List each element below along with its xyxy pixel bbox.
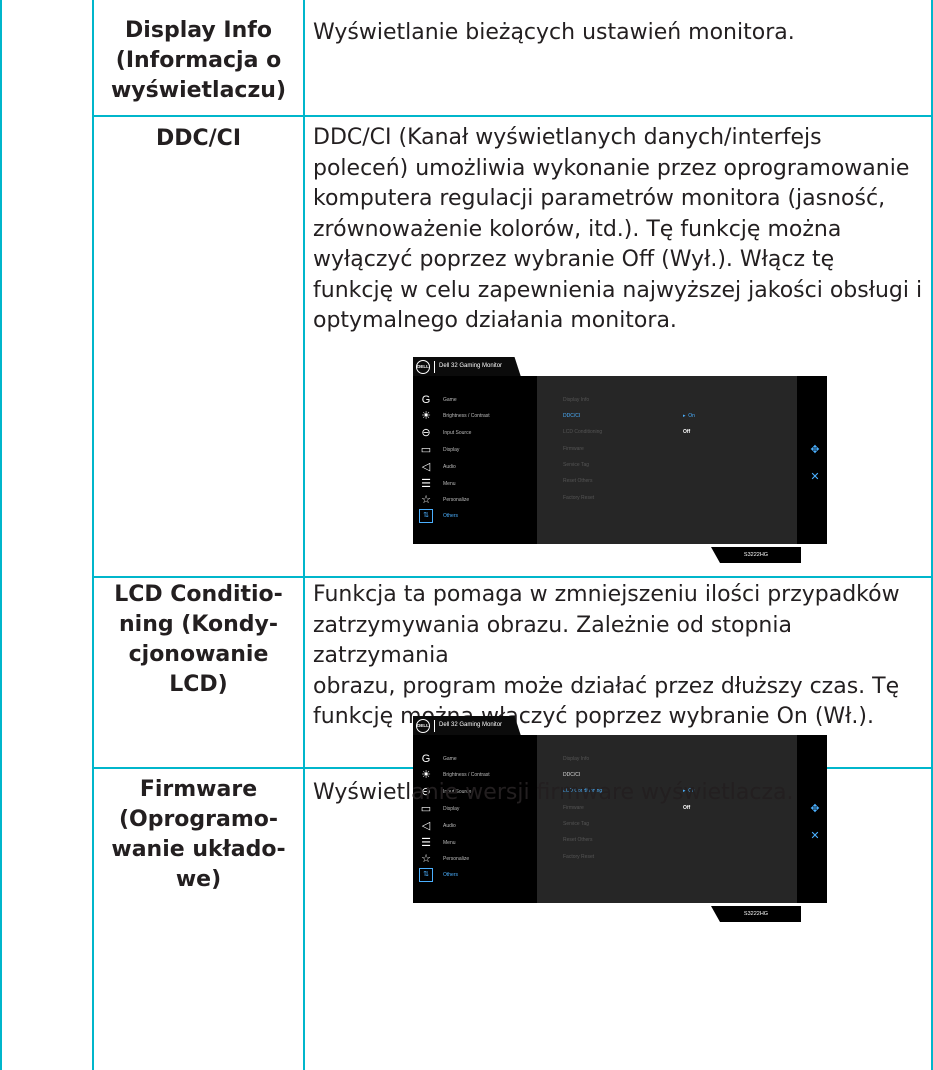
others-icon: ⇅ bbox=[419, 868, 433, 882]
game-icon: G bbox=[421, 394, 431, 406]
osd-submenu-ddc-ci[interactable]: DDC/CI bbox=[563, 413, 580, 419]
osd-menu-menu[interactable]: ☰ Menu bbox=[419, 836, 535, 850]
table-left-border bbox=[0, 0, 2, 1070]
osd-submenu: Display Info DDC/CI LCD Conditioning ▸ O… bbox=[537, 735, 797, 903]
audio-icon: ◁ bbox=[421, 820, 431, 832]
osd-menu-input-source[interactable]: ⊖ Input Source bbox=[419, 426, 535, 440]
row-label-lcd-conditioning: LCD Conditio- ning (Kondy- cjonowanie LC… bbox=[114, 582, 283, 697]
others-icon: ⇅ bbox=[419, 509, 433, 523]
osd-menu-personalize[interactable]: ☆ Personalize bbox=[419, 852, 535, 866]
dell-logo: DELL bbox=[416, 719, 430, 733]
input-source-icon: ⊖ bbox=[421, 427, 431, 439]
row-label-ddc-ci: DDC/CI bbox=[155, 126, 242, 151]
osd-menu-audio[interactable]: ◁ Audio bbox=[419, 460, 535, 474]
osd-menu-others[interactable]: ⇅ Others bbox=[419, 868, 535, 882]
osd-value-selected: ▸ On bbox=[683, 413, 695, 419]
osd-submenu: Display Info DDC/CI ▸ On LCD Conditionin… bbox=[537, 376, 797, 544]
osd-menu-personalize[interactable]: ☆ Personalize bbox=[419, 493, 535, 507]
personalize-icon: ☆ bbox=[421, 494, 431, 506]
osd-menu-audio[interactable]: ◁ Audio bbox=[419, 819, 535, 833]
close-icon[interactable]: ✕ bbox=[809, 471, 821, 483]
menu-icon: ☰ bbox=[421, 478, 431, 490]
close-icon[interactable]: ✕ bbox=[809, 830, 821, 842]
osd-menu-menu[interactable]: ☰ Menu bbox=[419, 477, 535, 491]
row-divider bbox=[92, 115, 933, 117]
row-description-display-info: Wyświetlanie bieżących ustawień monitora… bbox=[313, 20, 795, 45]
osd-nav-rail: ✥ ✕ bbox=[803, 735, 827, 903]
osd-menu-game[interactable]: G Game bbox=[419, 393, 535, 407]
osd-submenu-factory-reset[interactable]: Factory Reset bbox=[563, 495, 594, 501]
table-column-divider-2 bbox=[303, 0, 305, 1070]
osd-submenu-firmware[interactable]: Firmware bbox=[563, 446, 584, 452]
navigate-icon[interactable]: ✥ bbox=[809, 444, 821, 456]
navigate-icon[interactable]: ✥ bbox=[809, 803, 821, 815]
osd-model-tag: S3222HG bbox=[711, 906, 801, 922]
osd-model-tag: S3222HG bbox=[711, 547, 801, 563]
dell-logo: DELL bbox=[416, 360, 430, 374]
row-divider bbox=[92, 576, 933, 578]
osd-menu-others[interactable]: ⇅ Others bbox=[419, 509, 535, 523]
osd-submenu-display-info[interactable]: Display Info bbox=[563, 756, 589, 762]
row-label-firmware: Firmware (Oprogramo- wanie układo- we) bbox=[111, 777, 286, 892]
table-column-divider-1 bbox=[92, 0, 94, 1070]
osd-header: DELL Dell 32 Gaming Monitor bbox=[413, 357, 521, 377]
row-description-lcd-conditioning: Funkcja ta pomaga w zmniejszeniu ilości … bbox=[313, 582, 900, 729]
osd-nav-rail: ✥ ✕ bbox=[803, 376, 827, 544]
personalize-icon: ☆ bbox=[421, 853, 431, 865]
osd-title: Dell 32 Gaming Monitor bbox=[439, 363, 503, 369]
osd-menu-game[interactable]: G Game bbox=[419, 752, 535, 766]
osd-submenu-reset-others[interactable]: Reset Others bbox=[563, 478, 592, 484]
osd-submenu-factory-reset[interactable]: Factory Reset bbox=[563, 854, 594, 860]
row-label-display-info: Display Info (Informacja o wyświetlaczu) bbox=[110, 18, 286, 103]
osd-submenu-service-tag[interactable]: Service Tag bbox=[563, 462, 589, 468]
display-icon: ▭ bbox=[420, 444, 432, 456]
osd-screenshot-ddc-ci: DELL Dell 32 Gaming Monitor G Game ☀ Brigh… bbox=[413, 357, 827, 563]
osd-value-off[interactable]: Off bbox=[683, 429, 690, 435]
osd-screenshot-lcd-conditioning: DELL Dell 32 Gaming Monitor G Game ☀ Brigh… bbox=[413, 716, 827, 922]
game-icon: G bbox=[421, 753, 431, 765]
brightness-icon: ☀ bbox=[421, 410, 431, 422]
osd-submenu-reset-others[interactable]: Reset Others bbox=[563, 837, 592, 843]
osd-menu-display[interactable]: ▭ Display bbox=[419, 443, 535, 457]
row-description-firmware: Wyświetlanie wersji firmware wyświetlacz… bbox=[313, 780, 794, 805]
osd-submenu-display-info[interactable]: Display Info bbox=[563, 397, 589, 403]
osd-main-menu: G Game ☀ Brightness / Contrast ⊖ Input Sour… bbox=[413, 735, 537, 903]
osd-menu-brightness[interactable]: ☀ Brightness / Contrast bbox=[419, 409, 535, 423]
osd-submenu-service-tag[interactable]: Service Tag bbox=[563, 821, 589, 827]
osd-main-menu: G Game ☀ Brightness / Contrast ⊖ Input Sour… bbox=[413, 376, 537, 544]
osd-header: DELL Dell 32 Gaming Monitor bbox=[413, 716, 521, 736]
osd-submenu-lcd-conditioning[interactable]: LCD Conditioning bbox=[563, 429, 602, 435]
menu-icon: ☰ bbox=[421, 837, 431, 849]
audio-icon: ◁ bbox=[421, 461, 431, 473]
osd-title: Dell 32 Gaming Monitor bbox=[439, 722, 503, 728]
row-description-ddc-ci: DDC/CI (Kanał wyświetlanych danych/inter… bbox=[313, 125, 923, 333]
